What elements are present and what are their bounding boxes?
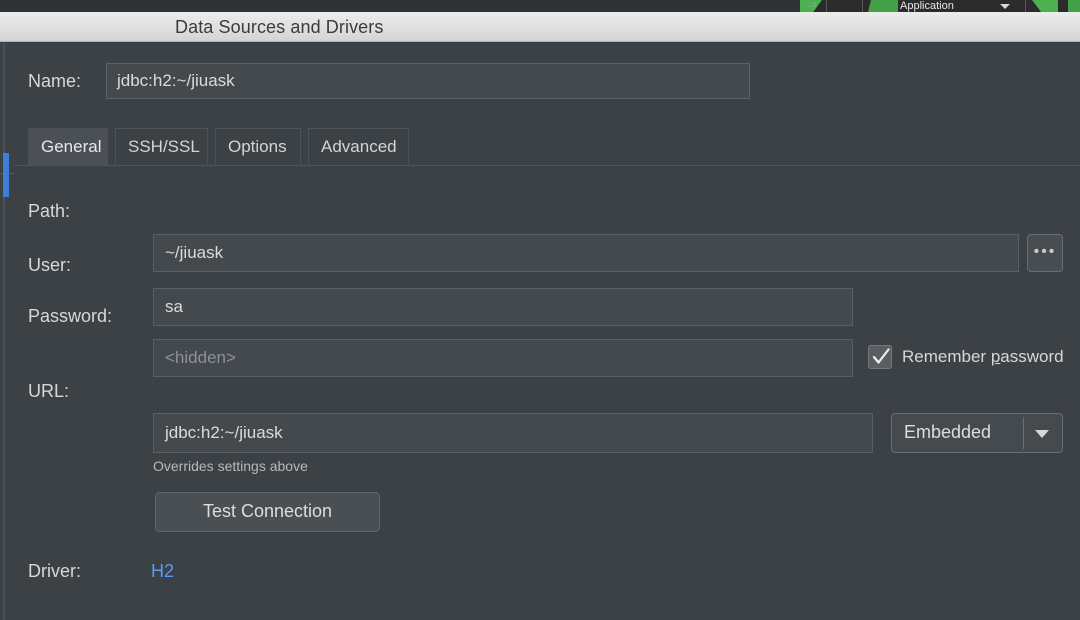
path-browse-button[interactable]: ••• [1027,234,1063,272]
name-input-value: jdbc:h2:~/jiuask [117,71,235,90]
test-connection-label: Test Connection [202,501,333,521]
background-green-shape [868,0,898,12]
ellipsis-icon: ••• [1033,243,1057,260]
checkmark-icon [872,348,890,364]
checkbox-box[interactable] [868,345,892,369]
url-hint: Overrides settings above [153,458,308,474]
dialog-titlebar: Data Sources and Drivers [0,12,1080,42]
tab-underline [14,165,1080,166]
url-mode-value: Embedded [904,422,992,442]
tab-advanced[interactable]: Advanced [308,128,409,165]
name-label: Name: [28,71,82,91]
tab-ssh-ssl[interactable]: SSH/SSL [115,128,208,165]
url-input-value: jdbc:h2:~/jiuask [165,423,283,442]
background-window-title: Application [900,0,954,12]
password-input[interactable]: <hidden> [153,339,853,377]
remember-password-mnemonic: p [990,347,1001,366]
background-separator [862,0,863,12]
background-green-shape [1032,0,1058,12]
remember-password-label-prefix: Remember [902,347,991,366]
background-tick-label: 10 [808,2,817,9]
remember-password-label: Remember password [902,347,1064,367]
user-label: User: [28,255,72,275]
user-input-value: sa [165,297,183,316]
user-input[interactable]: sa [153,288,853,326]
background-green-shape [1068,0,1080,12]
path-label: Path: [28,201,71,221]
remember-password-label-suffix: assword [1000,347,1064,366]
chevron-down-icon[interactable] [1000,4,1010,9]
path-input[interactable]: ~/jiuask [153,234,1019,272]
driver-label: Driver: [28,561,81,581]
url-input[interactable]: jdbc:h2:~/jiuask [153,413,873,453]
dropdown-divider [1023,417,1024,449]
password-label: Password: [28,306,113,326]
url-label: URL: [28,381,70,401]
background-separator [826,0,827,12]
caret-down-icon[interactable] [1035,430,1049,438]
dialog-body: Name: jdbc:h2:~/jiuask General SSH/SSL O… [0,43,1080,620]
background-window-strip: 10 Application [0,0,1080,12]
url-mode-dropdown[interactable]: Embedded [891,413,1063,453]
password-input-placeholder: <hidden> [165,348,236,367]
tab-general[interactable]: General [28,128,108,165]
name-input[interactable]: jdbc:h2:~/jiuask [106,63,750,99]
data-sources-dialog: 10 Application Data Sources and Drivers … [0,0,1080,620]
path-input-value: ~/jiuask [165,243,224,262]
test-connection-button[interactable]: Test Connection [155,492,380,532]
background-window-left [0,0,800,12]
name-row: Name: jdbc:h2:~/jiuask [0,63,1080,101]
background-separator [1025,0,1026,12]
driver-link[interactable]: H2 [151,561,174,582]
tab-options[interactable]: Options [215,128,301,165]
dialog-title: Data Sources and Drivers [175,17,384,37]
tab-bar: General SSH/SSL Options Advanced [0,128,1080,166]
